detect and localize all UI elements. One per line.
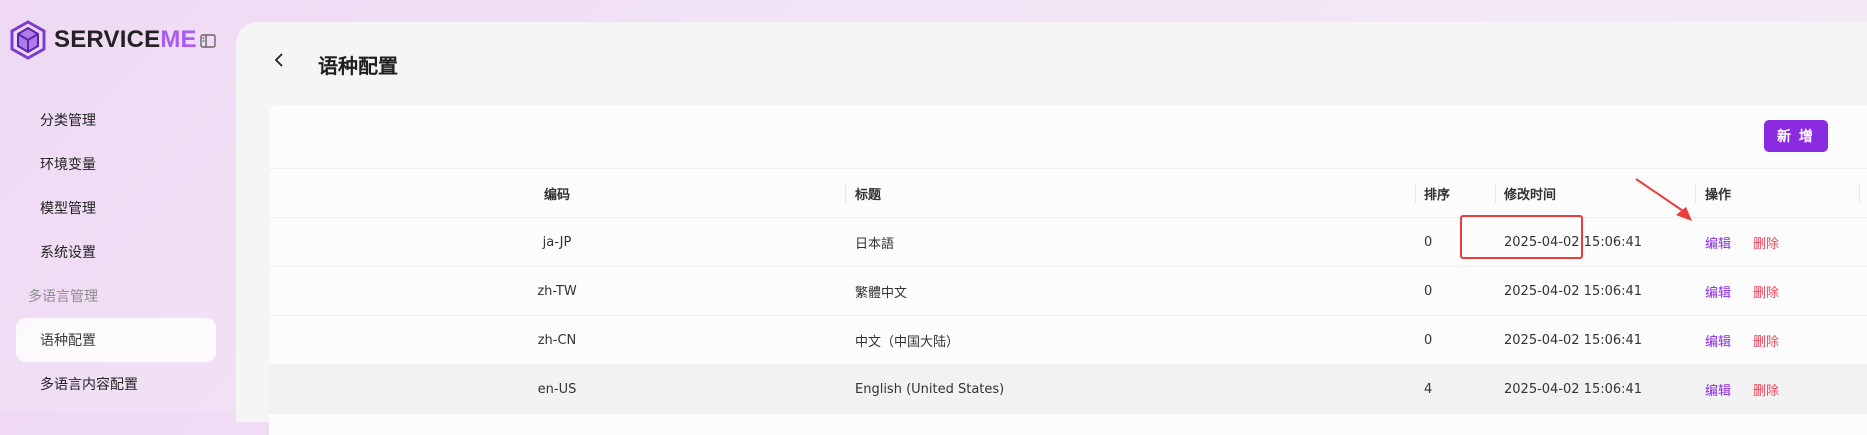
cell-modified: 2025-04-02 15:06:41 [1504, 381, 1643, 397]
cell-order: 4 [1424, 381, 1433, 397]
col-header-title: 标题 [855, 187, 882, 203]
brand-logo: SERVICEME [10, 20, 197, 60]
cell-order: 0 [1424, 283, 1433, 299]
sidebar-item-category[interactable]: 分类管理 [16, 98, 216, 142]
sidebar-group-i18n[interactable]: 多语言管理 [16, 274, 216, 318]
sidebar-item-system-settings[interactable]: 系统设置 [16, 230, 216, 274]
sidebar-collapse-icon[interactable] [200, 33, 216, 52]
table-card: 新 增 编码 标题 排序 修改时间 操作 ja-JP 日本語 0 2025-04… [269, 105, 1867, 435]
table-row: ja-JP 日本語 0 2025-04-02 15:06:41 编辑 删除 [269, 218, 1867, 267]
edit-link[interactable]: 编辑 [1705, 380, 1731, 399]
add-button[interactable]: 新 增 [1764, 120, 1828, 152]
delete-link[interactable]: 删除 [1753, 282, 1779, 301]
cell-title: 日本語 [855, 236, 895, 252]
cell-title: 繁體中文 [855, 285, 908, 301]
sidebar-item-i18n-content[interactable]: 多语言内容配置 [16, 362, 216, 406]
col-header-actions: 操作 [1705, 187, 1732, 203]
cell-order: 0 [1424, 332, 1433, 348]
col-header-modified: 修改时间 [1504, 187, 1557, 203]
delete-link[interactable]: 删除 [1753, 380, 1779, 399]
edit-link[interactable]: 编辑 [1705, 331, 1731, 350]
cell-actions: 编辑 删除 [1705, 218, 1779, 266]
annotation-arrow-icon [1635, 178, 1692, 221]
table-row: zh-TW 繁體中文 0 2025-04-02 15:06:41 编辑 删除 [269, 267, 1867, 316]
sidebar-nav: 分类管理 环境变量 模型管理 系统设置 多语言管理 语种配置 多语言内容配置 [16, 98, 216, 406]
table-row: zh-CN 中文（中国大陆） 0 2025-04-02 15:06:41 编辑 … [269, 316, 1867, 365]
cell-code: zh-CN [537, 332, 577, 348]
delete-link[interactable]: 删除 [1753, 331, 1779, 350]
edit-link[interactable]: 编辑 [1705, 282, 1731, 301]
cell-title: English (United States) [855, 381, 1005, 397]
cube-logo-icon [10, 20, 46, 60]
cell-order: 0 [1424, 234, 1433, 250]
annotation-highlight-box [1460, 215, 1583, 259]
page-title: 语种配置 [318, 54, 398, 78]
chevron-left-icon[interactable] [272, 52, 286, 72]
cell-actions: 编辑 删除 [1705, 316, 1779, 364]
cell-actions: 编辑 删除 [1705, 365, 1779, 413]
sidebar-item-language-config[interactable]: 语种配置 [16, 318, 216, 362]
sidebar-item-models[interactable]: 模型管理 [16, 186, 216, 230]
col-header-code: 编码 [543, 187, 570, 203]
brand-name: SERVICEME [54, 26, 197, 53]
table-row: en-US English (United States) 4 2025-04-… [269, 365, 1867, 414]
cell-code: zh-TW [537, 283, 577, 299]
cell-title: 中文（中国大陆） [855, 334, 960, 350]
sidebar-item-env-vars[interactable]: 环境变量 [16, 142, 216, 186]
delete-link[interactable]: 删除 [1753, 233, 1779, 252]
cell-modified: 2025-04-02 15:06:41 [1504, 283, 1643, 299]
cell-actions: 编辑 删除 [1705, 267, 1779, 315]
edit-link[interactable]: 编辑 [1705, 233, 1731, 252]
col-header-order: 排序 [1424, 187, 1451, 203]
cell-modified: 2025-04-02 15:06:41 [1504, 332, 1643, 348]
cell-code: en-US [537, 381, 577, 397]
cell-code: ja-JP [542, 234, 572, 250]
